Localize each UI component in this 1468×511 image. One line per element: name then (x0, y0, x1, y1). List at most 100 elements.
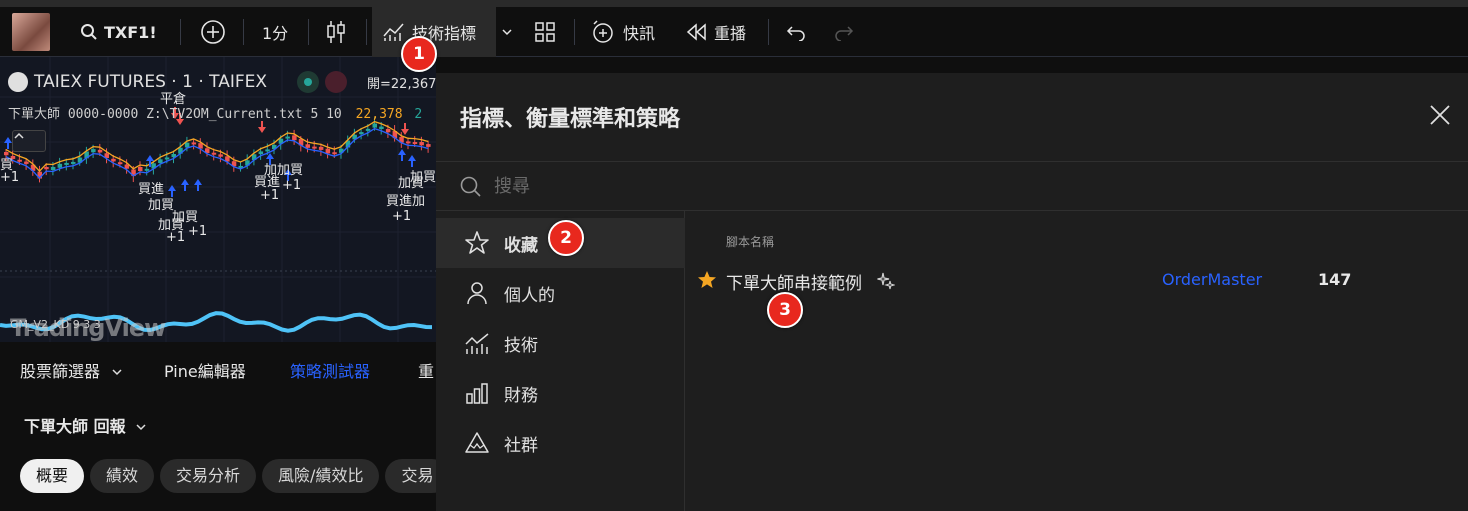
window-top-strip (0, 0, 1468, 7)
candlestick-icon (327, 21, 345, 43)
candle (305, 144, 310, 148)
close-button[interactable] (1428, 103, 1452, 127)
sidebar-item-technical[interactable]: 技術 (436, 318, 685, 368)
trade-marker-label: +1 (0, 170, 20, 185)
chip-risk-ratio[interactable]: 風險/績效比 (262, 459, 380, 493)
candle (412, 142, 418, 145)
divider (366, 19, 367, 45)
script-author-link[interactable]: OrderMaster (1162, 270, 1262, 289)
chart-canvas (0, 57, 436, 342)
candle (184, 142, 190, 148)
symbol-label: TXF1! (104, 22, 157, 42)
alert-status-icon (325, 71, 348, 93)
trade-marker-label: +1 (392, 209, 412, 224)
candle (50, 166, 56, 171)
moving-average-line (5, 120, 429, 173)
tab-replay-trading[interactable]: 重 (418, 358, 434, 382)
interval-button[interactable]: 1分 (262, 7, 288, 57)
star-filled-icon[interactable] (697, 270, 717, 290)
trade-marker-label: 加買 (410, 170, 436, 185)
search-input[interactable] (494, 172, 1094, 200)
sidebar-item-personal[interactable]: 個人的 (436, 268, 685, 318)
report-tabs: 概要 績效 交易分析 風險/績效比 交易 (20, 459, 450, 493)
trade-marker-label: 買進加 (386, 194, 426, 209)
exit-arrow-marker (401, 123, 409, 135)
candle (64, 162, 69, 165)
trade-marker-label: 平倉 (160, 92, 187, 107)
candle (44, 167, 49, 170)
search-icon (81, 24, 97, 40)
tab-pine-editor[interactable]: Pine編輯器 (164, 358, 246, 382)
candle (419, 142, 424, 146)
replay-button[interactable]: 重播 (686, 7, 746, 57)
background-header-strip (436, 57, 1468, 73)
indicator-value-2: 2 (414, 107, 423, 122)
dialog-sidebar: 收藏 個人的 技術 財務 社群 (436, 211, 685, 511)
trade-marker-label: 加買 (148, 198, 175, 213)
step-badge-1: 1 (401, 36, 437, 72)
divider (243, 19, 244, 45)
indicators-dialog: 指標、衡量標準和策略 收藏 個人的 技術 財務 社群 腳本名稱 下單 (436, 73, 1468, 511)
redo-button[interactable] (834, 7, 854, 57)
sidebar-item-financial[interactable]: 財務 (436, 368, 685, 418)
strategy-report-selector[interactable]: 下單大師 回報 (24, 413, 147, 437)
chart-type-button[interactable] (325, 7, 347, 57)
open-price: 開=22,367 (367, 76, 436, 92)
indicator-legend[interactable]: 下單大師 0000-0000 Z:\TV2OM_Current.txt 5 10… (8, 103, 422, 122)
chip-trade-analysis[interactable]: 交易分析 (160, 459, 257, 493)
avatar[interactable] (12, 13, 50, 51)
candle (379, 126, 384, 129)
step-badge-3: 3 (767, 292, 803, 328)
compare-add-button[interactable] (200, 7, 226, 57)
exit-arrow-marker (258, 121, 266, 133)
candle (218, 154, 223, 157)
sidebar-item-label: 財務 (504, 385, 538, 406)
price-chart[interactable]: TAIEX FUTURES · 1 · TAIFEX 開=22,367 下單大師… (0, 57, 436, 342)
layout-button[interactable] (534, 7, 556, 57)
candle (292, 135, 297, 141)
script-name: 下單大師串接範例 (726, 274, 862, 294)
trade-marker-label: +1 (166, 230, 186, 245)
candle (117, 162, 123, 165)
close-icon (1430, 105, 1450, 125)
chevron-up-icon (14, 132, 24, 139)
collapse-legend-button[interactable] (12, 130, 46, 152)
script-row[interactable]: 下單大師串接範例 OrderMaster 147 (685, 265, 1468, 295)
candle (332, 152, 337, 155)
candle (258, 151, 264, 155)
star-outline-icon (465, 231, 489, 254)
symbol-title: TAIEX FUTURES · 1 · TAIFEX (34, 72, 268, 92)
trade-marker-label: +1 (282, 178, 302, 193)
chip-performance[interactable]: 績效 (90, 459, 155, 493)
undo-icon (786, 26, 805, 41)
chevron-down-icon (112, 369, 122, 376)
tab-strategy-tester[interactable]: 策略測試器 (290, 358, 370, 382)
candle (24, 161, 29, 164)
candle (57, 163, 63, 168)
news-label: 快訊 (623, 24, 656, 43)
candle (318, 146, 324, 150)
candle (426, 144, 431, 147)
chip-overview[interactable]: 概要 (20, 459, 85, 493)
chart-legend: TAIEX FUTURES · 1 · TAIFEX 開=22,367 (8, 71, 436, 93)
search-icon (460, 176, 481, 197)
symbol-search-button[interactable]: TXF1! (80, 7, 157, 57)
candle (191, 142, 197, 145)
buy-arrow-marker (4, 137, 12, 149)
indicator-name: 下單大師 0000-0000 Z:\TV2OM_Current.txt 5 10 (8, 107, 342, 122)
user-icon (467, 282, 487, 305)
tab-stock-screener[interactable]: 股票篩選器 (20, 358, 123, 382)
candle (138, 167, 143, 172)
search-bar (436, 161, 1468, 211)
candle (372, 123, 377, 128)
divider (180, 19, 181, 45)
sidebar-item-community[interactable]: 社群 (436, 418, 685, 468)
indicators-dropdown-button[interactable] (500, 7, 514, 57)
rewind-icon (686, 23, 706, 41)
sidebar-item-label: 技術 (504, 335, 538, 356)
undo-button[interactable] (786, 7, 806, 57)
candle (164, 157, 170, 160)
alert-button[interactable]: 快訊 (591, 7, 655, 57)
grid-layout-icon (535, 22, 555, 42)
candle (385, 129, 391, 133)
